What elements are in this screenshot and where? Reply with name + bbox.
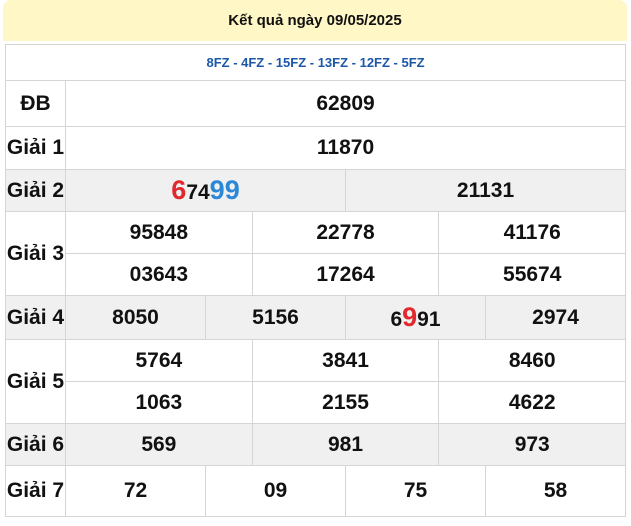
prize-3-value: 03643 [66, 254, 253, 295]
prize-2-value-2: 21131 [344, 169, 627, 212]
lottery-results-panel: Kết quả ngày 09/05/2025 8FZ - 4FZ - 15FZ… [0, 0, 631, 526]
prize-3-value: 22778 [253, 212, 440, 253]
prize-4-value: 5156 [205, 295, 346, 340]
prize-6-label: Giải 6 [5, 423, 66, 466]
prize-2-digit-plain: 74 [186, 181, 210, 204]
special-prize-value: 62809 [64, 80, 627, 127]
prize-4-value: 6991 [345, 295, 486, 340]
results-table: 8FZ - 4FZ - 15FZ - 13FZ - 12FZ - 5FZ ĐB … [4, 44, 627, 517]
prize-5-row-b: 1063 2155 4622 [6, 381, 627, 424]
prize-4-value: 8050 [65, 295, 206, 340]
prize-3-value: 41176 [503, 220, 561, 244]
prize-5-row-a: Giải 5 5764 3841 8460 [5, 339, 627, 424]
prize-1-value: 11870 [64, 126, 627, 170]
prize-7-value: 72 [65, 465, 206, 517]
prize-3-value: 55674 [503, 262, 562, 286]
prize-3-row-a: Giải 3 95848 22778 41176 [5, 211, 627, 296]
prize-3-value: 17264 [253, 254, 440, 295]
prize-4-digit-highlight: 9 [402, 302, 418, 332]
results-title: Kết quả ngày 09/05/2025 [3, 0, 627, 41]
prize-5-value: 2155 [253, 382, 440, 423]
prize-6-row: Giải 6 569 981 973 [5, 423, 627, 466]
prize-1-label: Giải 1 [5, 126, 66, 170]
prize-2-digit-loto: 99 [209, 175, 240, 205]
prize-7-label: Giải 7 [5, 465, 66, 517]
prize-2-label: Giải 2 [5, 169, 66, 212]
prize-5-value: 8460 [508, 348, 556, 372]
prize-4-digit-plain: 91 [417, 308, 441, 331]
prize-4-value: 2974 [484, 295, 627, 340]
prize-6-value: 973 [514, 432, 550, 456]
prize-3-label: Giải 3 [5, 211, 66, 296]
prize-5-label: Giải 5 [5, 339, 66, 424]
prize-5-value: 3841 [253, 340, 440, 381]
prize-2-value-1: 67499 [65, 169, 346, 212]
ticket-codes: 8FZ - 4FZ - 15FZ - 13FZ - 12FZ - 5FZ [4, 44, 627, 81]
prize-2-digit-highlight: 6 [171, 175, 187, 205]
prize-3-value: 95848 [66, 212, 253, 253]
prize-3-row-b: 03643 17264 55674 [6, 253, 627, 296]
prize-6-value: 569 [66, 424, 253, 465]
prize-1-row: Giải 1 11870 [5, 126, 627, 170]
prize-6-value: 981 [253, 424, 440, 465]
prize-2-row: Giải 2 67499 21131 [5, 169, 627, 212]
special-prize-label: ĐB [5, 80, 66, 127]
prize-4-digit-plain: 6 [390, 308, 403, 331]
prize-4-label: Giải 4 [5, 295, 66, 340]
prize-4-row: Giải 4 8050 5156 6991 2974 [5, 295, 627, 340]
prize-5-value: 5764 [66, 340, 253, 381]
prize-7-value: 09 [205, 465, 346, 517]
prize-7-row: Giải 7 72 09 75 58 [5, 465, 627, 517]
special-prize-row: ĐB 62809 [5, 80, 627, 127]
prize-5-value: 1063 [66, 382, 253, 423]
codes-row: 8FZ - 4FZ - 15FZ - 13FZ - 12FZ - 5FZ [4, 44, 627, 81]
prize-5-value: 4622 [508, 390, 556, 414]
prize-7-value: 58 [484, 465, 627, 517]
prize-7-value: 75 [345, 465, 486, 517]
